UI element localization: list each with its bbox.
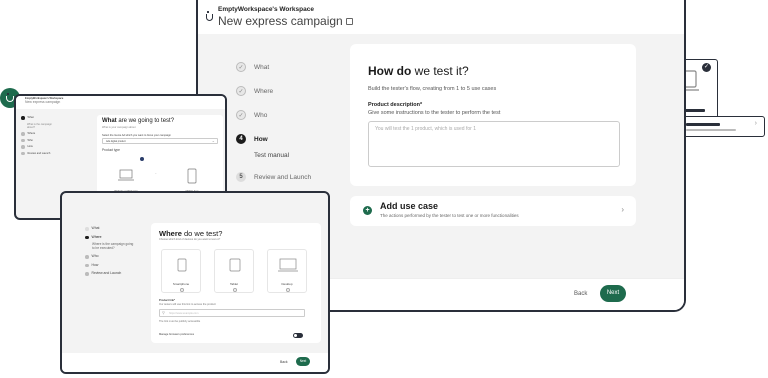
step-label: What bbox=[254, 63, 270, 71]
product-type-label: Product type bbox=[102, 148, 120, 152]
step-where[interactable]: ✓ Where bbox=[236, 82, 311, 100]
next-button[interactable]: Next bbox=[296, 357, 310, 366]
device-label: Smartphone bbox=[172, 282, 190, 286]
what-subheading: What is your campaign about bbox=[102, 126, 136, 129]
device-smartphone[interactable]: Smartphone bbox=[161, 249, 201, 293]
link-help: Our testers will use this link to access… bbox=[159, 303, 216, 306]
stepper: What What is the campaign about? Where W… bbox=[21, 116, 59, 158]
divider-or: – bbox=[155, 172, 157, 175]
step-what[interactable]: What bbox=[85, 226, 135, 231]
use-case-line-bold bbox=[686, 123, 720, 126]
browser-pref-label: Manage browsers preferences bbox=[159, 333, 195, 336]
step-number: 5 bbox=[236, 172, 246, 182]
workspace-name: EmptyWorkspace's Workspace bbox=[218, 6, 314, 13]
selected-indicator-icon bbox=[140, 157, 144, 161]
chevron-right-icon: › bbox=[621, 205, 624, 214]
step-what[interactable]: ✓ What bbox=[236, 58, 311, 76]
step-review[interactable]: 5 Review and Launch bbox=[236, 168, 311, 186]
device-desktop[interactable]: Desktop bbox=[267, 249, 307, 293]
how-description: Build the tester's flow, creating from 1… bbox=[368, 86, 497, 92]
how-card: How do we test it? Build the tester's fl… bbox=[350, 44, 636, 186]
product-description-field[interactable]: You will test the 1 product, which is us… bbox=[368, 121, 620, 167]
app-logo-icon bbox=[206, 11, 213, 21]
page-title: New express campaign bbox=[25, 100, 61, 104]
link-icon: ⚲ bbox=[162, 310, 165, 315]
smartphone-icon bbox=[177, 258, 187, 272]
device-label: Tablet bbox=[229, 282, 238, 286]
chevron-down-icon: ⌄ bbox=[211, 138, 215, 143]
how-heading: How do we test it? bbox=[368, 64, 469, 78]
step-where[interactable]: Where bbox=[85, 235, 135, 239]
header: EmptyWorkspace's Workspace New express c… bbox=[218, 6, 353, 28]
stepper: What Where Where is the campaign going t… bbox=[85, 226, 135, 279]
radio-icon bbox=[286, 288, 290, 292]
step-what[interactable]: What bbox=[21, 116, 59, 120]
step-how-sub: Test manual bbox=[236, 148, 311, 162]
app-logo-icon bbox=[6, 93, 14, 102]
field-placeholder: You will test the 1 product, which is us… bbox=[375, 126, 476, 132]
chevron-right-icon: › bbox=[754, 120, 757, 127]
page-title: New express campaign bbox=[218, 14, 343, 28]
edit-icon[interactable] bbox=[345, 18, 353, 25]
back-button[interactable]: Back bbox=[280, 360, 288, 364]
use-case-line-light bbox=[686, 129, 736, 131]
step-where-sub: Where is the campaign going to be execut… bbox=[92, 242, 134, 251]
step-label: How bbox=[254, 135, 268, 143]
add-use-case-subtitle: The actions performed by the tester to t… bbox=[380, 213, 519, 218]
step-how[interactable]: How bbox=[21, 145, 59, 149]
link-hint: The link must be publicly accessible bbox=[159, 320, 201, 323]
add-icon: + bbox=[363, 206, 372, 215]
step-where[interactable]: Where bbox=[21, 132, 59, 136]
step-review[interactable]: Review and Launch bbox=[85, 272, 135, 276]
radio-icon bbox=[233, 288, 237, 292]
select-value: Ads digital product bbox=[106, 140, 126, 143]
step-review[interactable]: Review and Launch bbox=[21, 151, 59, 156]
step-label: Who bbox=[254, 111, 268, 119]
where-card: Where do we test? Choose which kind of d… bbox=[151, 223, 321, 343]
product-link-input[interactable]: ⚲ https://www.example.com bbox=[159, 309, 305, 317]
back-button[interactable]: Back bbox=[574, 291, 587, 297]
where-window: What Where Where is the campaign going t… bbox=[60, 191, 330, 374]
tablet-icon bbox=[229, 258, 241, 272]
step-how[interactable]: 4 How bbox=[236, 130, 311, 148]
check-icon: ✓ bbox=[236, 86, 246, 96]
where-heading: Where do we test? bbox=[159, 229, 223, 238]
what-window-header: EmptyWorkspace's Workspace New express c… bbox=[16, 96, 225, 109]
step-how[interactable]: How bbox=[85, 263, 135, 268]
laptop-icon bbox=[118, 169, 134, 181]
add-use-case-card[interactable]: + Add use case The actions performed by … bbox=[350, 196, 636, 226]
step-label: Review and Launch bbox=[254, 173, 312, 181]
step-sublabel: Test manual bbox=[254, 151, 290, 159]
field-label: Product description* bbox=[368, 102, 423, 108]
select-label: Select the Genie Ad which you want to fo… bbox=[102, 134, 171, 137]
field-help: Give some instructions to the tester to … bbox=[368, 110, 501, 116]
step-who[interactable]: ✓ Who bbox=[236, 106, 311, 124]
browser-pref-toggle[interactable] bbox=[293, 333, 303, 338]
device-tablet[interactable]: Tablet bbox=[214, 249, 254, 293]
device-label: Desktop bbox=[281, 282, 293, 286]
laptop-icon bbox=[278, 258, 298, 272]
where-subheading: Choose which kind of devices do you want… bbox=[159, 238, 221, 241]
footer-bar: Back Next bbox=[62, 353, 328, 372]
step-number: 4 bbox=[236, 134, 246, 144]
smartphone-icon bbox=[187, 168, 197, 184]
product-select[interactable]: Ads digital product ⌄ bbox=[102, 138, 218, 144]
add-use-case-title: Add use case bbox=[380, 201, 439, 211]
link-label: Product link* bbox=[159, 299, 175, 302]
next-button[interactable]: Next bbox=[600, 285, 626, 302]
step-label: Where bbox=[254, 87, 274, 95]
check-badge-icon: ✓ bbox=[702, 63, 711, 72]
radio-icon bbox=[180, 288, 184, 292]
step-who[interactable]: Who bbox=[21, 138, 59, 143]
what-heading: What are we going to test? bbox=[102, 118, 175, 124]
check-icon: ✓ bbox=[236, 62, 246, 72]
stepper: ✓ What ✓ Where ✓ Who 4 How Test manual 5 Revi… bbox=[236, 58, 311, 192]
step-who[interactable]: Who bbox=[85, 255, 135, 259]
check-icon: ✓ bbox=[236, 110, 246, 120]
step-what-sub: What is the campaign about? bbox=[27, 122, 52, 129]
link-placeholder: https://www.example.com bbox=[169, 312, 199, 315]
